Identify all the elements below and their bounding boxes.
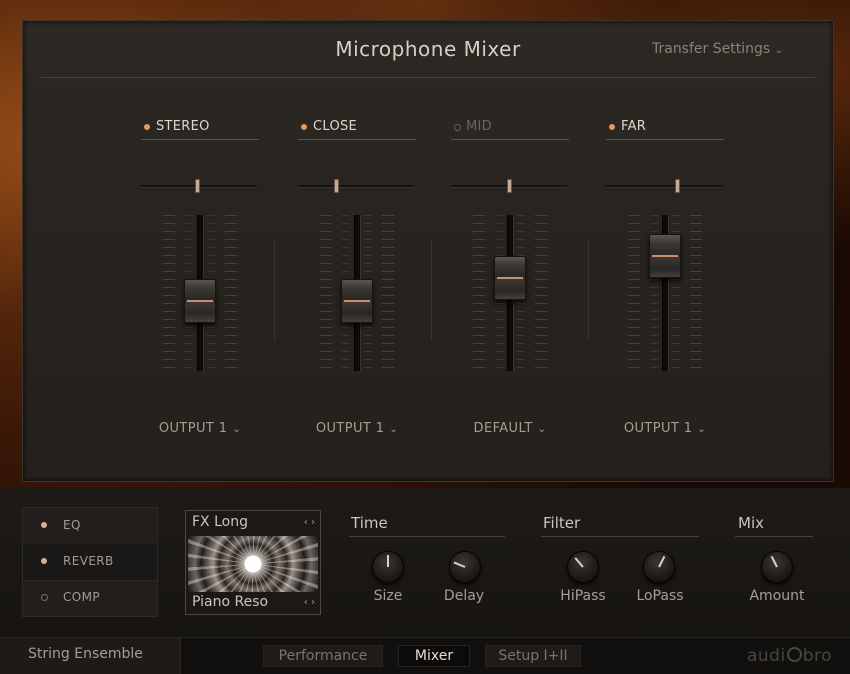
pan-slider[interactable]: [606, 185, 722, 188]
reverb-ir-selector: FX Long ‹ › Piano Reso ‹ ›: [185, 510, 321, 615]
knob-pointer: [453, 561, 466, 568]
output-select-far[interactable]: OUTPUT 1 ⌄: [606, 421, 724, 436]
audiobro-logo: audi bro: [747, 646, 832, 666]
fader-handle[interactable]: [341, 279, 373, 323]
transfer-settings-label: Transfer Settings: [651, 41, 771, 57]
channel-close: CLOSE OUTPUT 1 ⌄: [298, 117, 418, 447]
pan-slider[interactable]: [298, 185, 414, 188]
left-right-arrows-icon[interactable]: ‹ ›: [304, 517, 315, 528]
output-label: DEFAULT: [473, 421, 533, 436]
knob-pointer: [574, 557, 584, 568]
lopass-label: LoPass: [636, 588, 684, 604]
channel-name: CLOSE: [313, 119, 358, 134]
disabled-dot-icon: [41, 594, 48, 601]
channel-toggle-stereo[interactable]: STEREO: [141, 117, 259, 140]
chevron-down-icon: ⌄: [537, 424, 547, 435]
delay-label: Delay: [443, 588, 485, 604]
hipass-knob[interactable]: [567, 551, 599, 583]
enabled-dot-icon: [41, 558, 47, 564]
tab-mixer[interactable]: Mixer: [398, 645, 470, 667]
mix-group-title: Mix: [738, 514, 764, 532]
enabled-dot-icon: [609, 124, 615, 130]
hipass-label: HiPass: [560, 588, 606, 604]
effect-item-eq[interactable]: EQ: [23, 508, 157, 545]
effect-label: REVERB: [63, 554, 114, 568]
filter-group-title: Filter: [543, 514, 581, 532]
volume-fader[interactable]: [628, 215, 702, 371]
channel-toggle-close[interactable]: CLOSE: [298, 117, 416, 140]
knob-pointer: [770, 555, 778, 568]
pan-handle[interactable]: [675, 179, 680, 193]
channel-divider: [431, 241, 432, 341]
instrument-name-panel: String Ensemble: [0, 638, 181, 674]
output-label: OUTPUT 1: [623, 421, 693, 436]
enabled-dot-icon: [41, 522, 47, 528]
effect-label: COMP: [63, 590, 101, 604]
effect-item-comp[interactable]: COMP: [23, 580, 157, 616]
reverb-space-image: [188, 536, 318, 592]
lopass-knob[interactable]: [643, 551, 675, 583]
output-select-stereo[interactable]: OUTPUT 1 ⌄: [141, 421, 259, 436]
channel-far: FAR OUTPUT 1 ⌄: [606, 117, 726, 447]
effect-item-reverb[interactable]: REVERB: [23, 544, 157, 581]
tab-performance[interactable]: Performance: [263, 645, 383, 667]
output-label: OUTPUT 1: [158, 421, 228, 436]
channel-toggle-far[interactable]: FAR: [606, 117, 724, 140]
footer-bar: String Ensemble Performance Mixer Setup …: [0, 637, 850, 674]
volume-fader[interactable]: [163, 215, 237, 371]
logo-text-left: audi: [746, 646, 786, 666]
amount-knob[interactable]: [761, 551, 793, 583]
microphone-mixer-panel: Microphone Mixer Transfer Settings ⌄ STE…: [22, 20, 834, 482]
knob-pointer: [658, 555, 666, 568]
effects-list: EQ REVERB COMP: [22, 507, 158, 617]
time-group-title: Time: [351, 514, 388, 532]
channel-mid: MID DEFAULT ⌄: [451, 117, 571, 447]
output-label: OUTPUT 1: [315, 421, 385, 436]
chevron-down-icon: ⌄: [774, 45, 783, 56]
header-divider: [41, 77, 815, 78]
logo-text-right: bro: [802, 646, 832, 666]
delay-knob[interactable]: [449, 551, 481, 583]
disabled-dot-icon: [454, 124, 461, 131]
output-select-mid[interactable]: DEFAULT ⌄: [451, 421, 569, 436]
channel-name: STEREO: [156, 119, 210, 134]
enabled-dot-icon: [144, 124, 150, 130]
volume-fader[interactable]: [320, 215, 394, 371]
channel-stereo: STEREO OUTPUT 1 ⌄: [141, 117, 261, 447]
size-label: Size: [373, 588, 403, 604]
pan-handle[interactable]: [507, 179, 512, 193]
ir-category-select[interactable]: FX Long: [192, 514, 248, 530]
group-divider: [541, 536, 699, 537]
channel-divider: [588, 241, 589, 341]
tab-setup[interactable]: Setup I+II: [485, 645, 581, 667]
channel-divider: [274, 241, 275, 341]
fader-handle[interactable]: [184, 279, 216, 323]
channel-name: MID: [466, 119, 492, 134]
group-divider: [735, 536, 813, 537]
size-knob[interactable]: [372, 551, 404, 583]
effect-label: EQ: [63, 518, 81, 532]
channel-toggle-mid[interactable]: MID: [451, 117, 569, 140]
fader-handle[interactable]: [649, 234, 681, 278]
pan-handle[interactable]: [195, 179, 200, 193]
transfer-settings-button[interactable]: Transfer Settings ⌄: [652, 41, 783, 57]
volume-fader[interactable]: [473, 215, 547, 371]
enabled-dot-icon: [301, 124, 307, 130]
fader-handle[interactable]: [494, 256, 526, 300]
pan-handle[interactable]: [334, 179, 339, 193]
chevron-down-icon: ⌄: [697, 424, 707, 435]
amount-label: Amount: [749, 588, 805, 604]
instrument-name: String Ensemble: [28, 646, 143, 662]
knob-pointer: [387, 555, 389, 567]
chevron-down-icon: ⌄: [232, 424, 242, 435]
group-divider: [349, 536, 505, 537]
logo-o-icon: [786, 647, 802, 662]
output-select-close[interactable]: OUTPUT 1 ⌄: [298, 421, 416, 436]
channel-name: FAR: [621, 119, 647, 134]
chevron-down-icon: ⌄: [389, 424, 399, 435]
ir-preset-select[interactable]: Piano Reso: [192, 594, 268, 610]
left-right-arrows-icon[interactable]: ‹ ›: [304, 597, 315, 608]
